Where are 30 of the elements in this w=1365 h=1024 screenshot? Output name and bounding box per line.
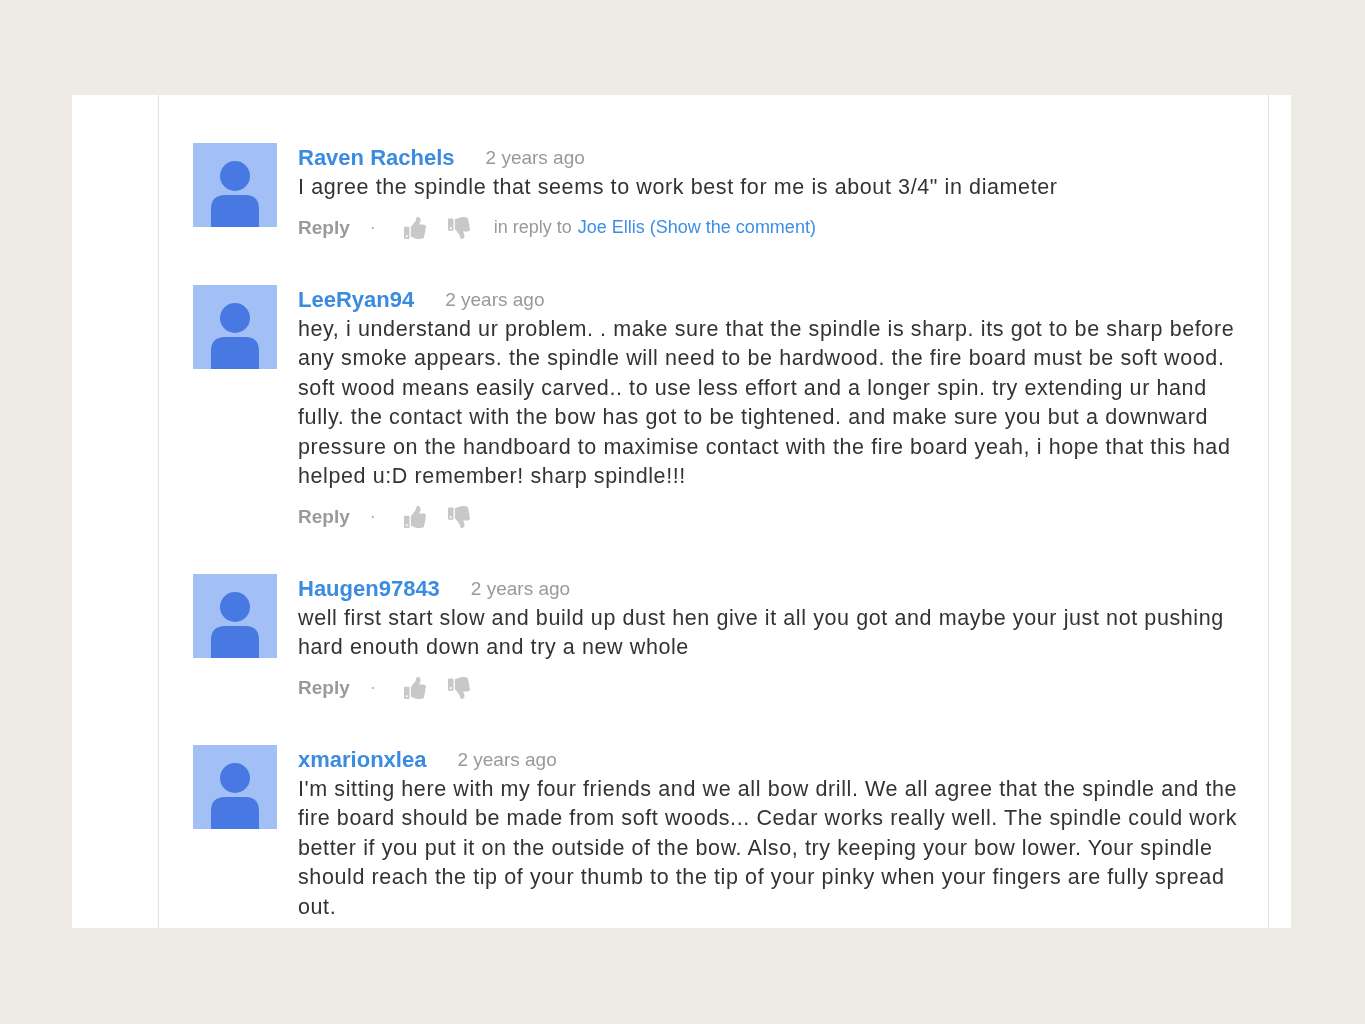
thumbs-down-icon[interactable]	[447, 676, 470, 699]
comment-text: I'm sitting here with my four friends and we all bow drill. We all agree that the spindle and the fire board should be made from soft woods... Cedar works really well. The spindle could work better if you put it on the outside of the bow. Also, try keeping your bow lower. Your spindle should reach the tip of your thumb to the tip of your pinky when your fingers are fully spread out.	[298, 775, 1239, 921]
separator-dot: ·	[369, 677, 376, 698]
avatar-silhouette-icon	[193, 573, 277, 658]
comment-author[interactable]: Haugen97843	[298, 575, 440, 602]
separator-dot: ·	[369, 217, 376, 238]
avatar-silhouette-icon	[193, 744, 277, 829]
separator-dot: ·	[369, 506, 376, 527]
comment-author[interactable]: Raven Rachels	[298, 145, 455, 171]
comment-time: 2 years ago	[470, 577, 571, 600]
comment-text: hey, i understand ur problem. . make sure that the spindle is sharp. its got to be sharp before any smoke appears. the spindle will need to be hardwood. the fire board must be soft wood. soft wood means easily carved.. to use less effort and a longer spin. try extending ur hand fully. the contact with the bow has got to be tightened. and make sure you but a downward pressure on the handboard to maximise contact with the fire board yeah, i hope that this had helped u:D remember! sharp spindle!!!	[298, 315, 1236, 490]
thumbs-up-icon[interactable]	[403, 216, 426, 239]
thumbs-up-icon[interactable]	[403, 676, 426, 699]
avatar-silhouette-icon	[193, 143, 277, 227]
comment-author[interactable]: xmarionxlea	[298, 746, 427, 773]
comment-time: 2 years ago	[445, 288, 545, 311]
parent-comment-link[interactable]: Joe Ellis (Show the comment)	[577, 217, 816, 238]
reply-link[interactable]: Reply	[298, 676, 350, 699]
comment-time: 2 years ago	[485, 147, 585, 169]
comment-author[interactable]: LeeRyan94	[298, 286, 415, 313]
reply-link[interactable]: Reply	[298, 216, 350, 239]
thumbs-up-icon[interactable]	[403, 505, 426, 528]
comment-time: 2 years ago	[457, 748, 557, 771]
thumbs-down-icon[interactable]	[447, 505, 470, 528]
avatar-silhouette-icon	[193, 284, 277, 369]
comment-text: well first start slow and build up dust hen give it all you got and maybe your just not pushing hard enouth down and try a new whole	[298, 604, 1225, 661]
comment-text: I agree the spindle that seems to work best for me is about 3/4" in diameter	[298, 174, 1059, 201]
in-reply-to-label: in reply to	[493, 217, 572, 238]
reply-link[interactable]: Reply	[298, 505, 350, 528]
thumbs-down-icon[interactable]	[447, 216, 470, 239]
